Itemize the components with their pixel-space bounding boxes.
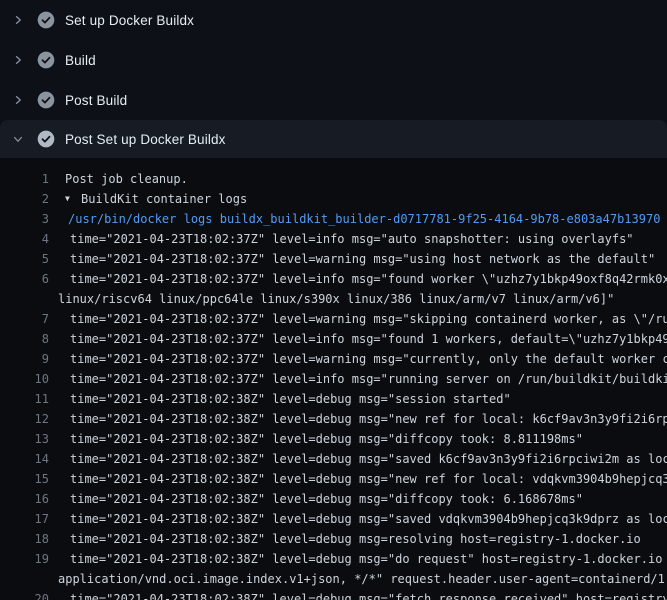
log-line-text: time="2021-04-23T18:02:38Z" level=debug … xyxy=(70,449,667,469)
log-line-text: time="2021-04-23T18:02:38Z" level=debug … xyxy=(70,409,667,429)
log-group-toggle[interactable]: 2 ▼ BuildKit container logs xyxy=(0,189,667,209)
log-line: application/vnd.oci.image.index.v1+json,… xyxy=(0,569,667,589)
log-line: 1 Post job cleanup. xyxy=(0,169,667,189)
log-line-number xyxy=(0,289,49,309)
check-circle-icon xyxy=(37,51,55,69)
log-line: linux/riscv64 linux/ppc64le linux/s390x … xyxy=(0,289,667,309)
log-line: 9 time="2021-04-23T18:02:37Z" level=warn… xyxy=(0,349,667,369)
log-line-text: time="2021-04-23T18:02:38Z" level=debug … xyxy=(70,549,667,569)
log-line-number[interactable]: 10 xyxy=(0,369,49,389)
log-line-number[interactable]: 4 xyxy=(0,229,49,249)
log-line-text: time="2021-04-23T18:02:38Z" level=debug … xyxy=(70,389,511,409)
log-line: 4 time="2021-04-23T18:02:37Z" level=info… xyxy=(0,229,667,249)
log-group-label: BuildKit container logs xyxy=(81,189,247,209)
log-line-text: time="2021-04-23T18:02:37Z" level=warnin… xyxy=(70,249,655,269)
log-area: 1 Post job cleanup. 2 ▼ BuildKit contain… xyxy=(0,158,667,600)
log-line-number[interactable]: 15 xyxy=(0,469,49,489)
step-list: Set up Docker Buildx Build xyxy=(0,0,667,158)
log-line-text: Post job cleanup. xyxy=(65,169,188,189)
log-line-number[interactable]: 7 xyxy=(0,309,49,329)
log-line: 17 time="2021-04-23T18:02:38Z" level=deb… xyxy=(0,509,667,529)
log-line-text: time="2021-04-23T18:02:38Z" level=debug … xyxy=(70,429,583,449)
log-line-number[interactable]: 20 xyxy=(0,589,49,600)
log-line-number[interactable]: 8 xyxy=(0,329,49,349)
log-line-number[interactable]: 5 xyxy=(0,249,49,269)
log-line-text: application/vnd.oci.image.index.v1+json,… xyxy=(58,569,667,589)
log-line: 16 time="2021-04-23T18:02:38Z" level=deb… xyxy=(0,489,667,509)
log-line-number[interactable]: 12 xyxy=(0,409,49,429)
log-line-number[interactable]: 1 xyxy=(0,169,49,189)
log-line: 19 time="2021-04-23T18:02:38Z" level=deb… xyxy=(0,549,667,569)
check-circle-icon xyxy=(37,11,55,29)
log-line-text: time="2021-04-23T18:02:38Z" level=debug … xyxy=(70,509,667,529)
step-row-post-build[interactable]: Post Build xyxy=(0,80,667,120)
log-line-text: time="2021-04-23T18:02:38Z" level=debug … xyxy=(70,529,641,549)
log-line: 3 /usr/bin/docker logs buildx_buildkit_b… xyxy=(0,209,667,229)
log-line-text: time="2021-04-23T18:02:37Z" level=warnin… xyxy=(70,349,667,369)
log-line-number[interactable]: 9 xyxy=(0,349,49,369)
log-line-number[interactable]: 17 xyxy=(0,509,49,529)
log-line-number[interactable]: 14 xyxy=(0,449,49,469)
step-label: Build xyxy=(65,53,96,68)
log-line-text: /usr/bin/docker logs buildx_buildkit_bui… xyxy=(68,209,660,229)
chevron-right-icon xyxy=(10,12,26,28)
log-line-text: time="2021-04-23T18:02:38Z" level=debug … xyxy=(70,469,667,489)
step-row-build[interactable]: Build xyxy=(0,40,667,80)
log-line-number[interactable]: 16 xyxy=(0,489,49,509)
log-line: 11 time="2021-04-23T18:02:38Z" level=deb… xyxy=(0,389,667,409)
log-line-number[interactable]: 6 xyxy=(0,269,49,289)
chevron-down-icon xyxy=(10,131,26,147)
log-line-number[interactable]: 19 xyxy=(0,549,49,569)
log-line-text: time="2021-04-23T18:02:38Z" level=debug … xyxy=(70,589,667,600)
check-circle-icon xyxy=(37,91,55,109)
log-line-text: linux/riscv64 linux/ppc64le linux/s390x … xyxy=(58,289,614,309)
log-line-text: time="2021-04-23T18:02:37Z" level=info m… xyxy=(70,329,667,349)
log-line-number[interactable]: 3 xyxy=(0,209,49,229)
log-line-text: time="2021-04-23T18:02:38Z" level=debug … xyxy=(70,489,583,509)
log-line: 14 time="2021-04-23T18:02:38Z" level=deb… xyxy=(0,449,667,469)
chevron-right-icon xyxy=(10,52,26,68)
group-expanded-marker-icon: ▼ xyxy=(65,189,76,209)
check-circle-icon xyxy=(37,130,55,148)
log-line-number[interactable]: 2 xyxy=(0,189,49,209)
log-line: 18 time="2021-04-23T18:02:38Z" level=deb… xyxy=(0,529,667,549)
log-line: 13 time="2021-04-23T18:02:38Z" level=deb… xyxy=(0,429,667,449)
step-label: Set up Docker Buildx xyxy=(65,13,194,28)
log-line-number[interactable]: 13 xyxy=(0,429,49,449)
chevron-right-icon xyxy=(10,92,26,108)
log-line-text: time="2021-04-23T18:02:37Z" level=warnin… xyxy=(70,309,667,329)
log-line-text: time="2021-04-23T18:02:37Z" level=info m… xyxy=(70,369,667,389)
log-line: 6 time="2021-04-23T18:02:37Z" level=info… xyxy=(0,269,667,289)
log-line: 7 time="2021-04-23T18:02:37Z" level=warn… xyxy=(0,309,667,329)
step-row-set-up-docker-buildx[interactable]: Set up Docker Buildx xyxy=(0,0,667,40)
log-line-text: time="2021-04-23T18:02:37Z" level=info m… xyxy=(70,229,634,249)
log-line: 10 time="2021-04-23T18:02:37Z" level=inf… xyxy=(0,369,667,389)
log-line-number[interactable]: 11 xyxy=(0,389,49,409)
log-line: 12 time="2021-04-23T18:02:38Z" level=deb… xyxy=(0,409,667,429)
log-line: 5 time="2021-04-23T18:02:37Z" level=warn… xyxy=(0,249,667,269)
log-line-text: time="2021-04-23T18:02:37Z" level=info m… xyxy=(70,269,667,289)
step-label: Post Build xyxy=(65,93,127,108)
step-row-post-set-up-docker-buildx[interactable]: Post Set up Docker Buildx xyxy=(0,120,667,158)
step-label: Post Set up Docker Buildx xyxy=(65,132,226,147)
log-line-number xyxy=(0,569,49,589)
log-line: 8 time="2021-04-23T18:02:37Z" level=info… xyxy=(0,329,667,349)
log-line-number[interactable]: 18 xyxy=(0,529,49,549)
log-line: 20 time="2021-04-23T18:02:38Z" level=deb… xyxy=(0,589,667,600)
log-line: 15 time="2021-04-23T18:02:38Z" level=deb… xyxy=(0,469,667,489)
